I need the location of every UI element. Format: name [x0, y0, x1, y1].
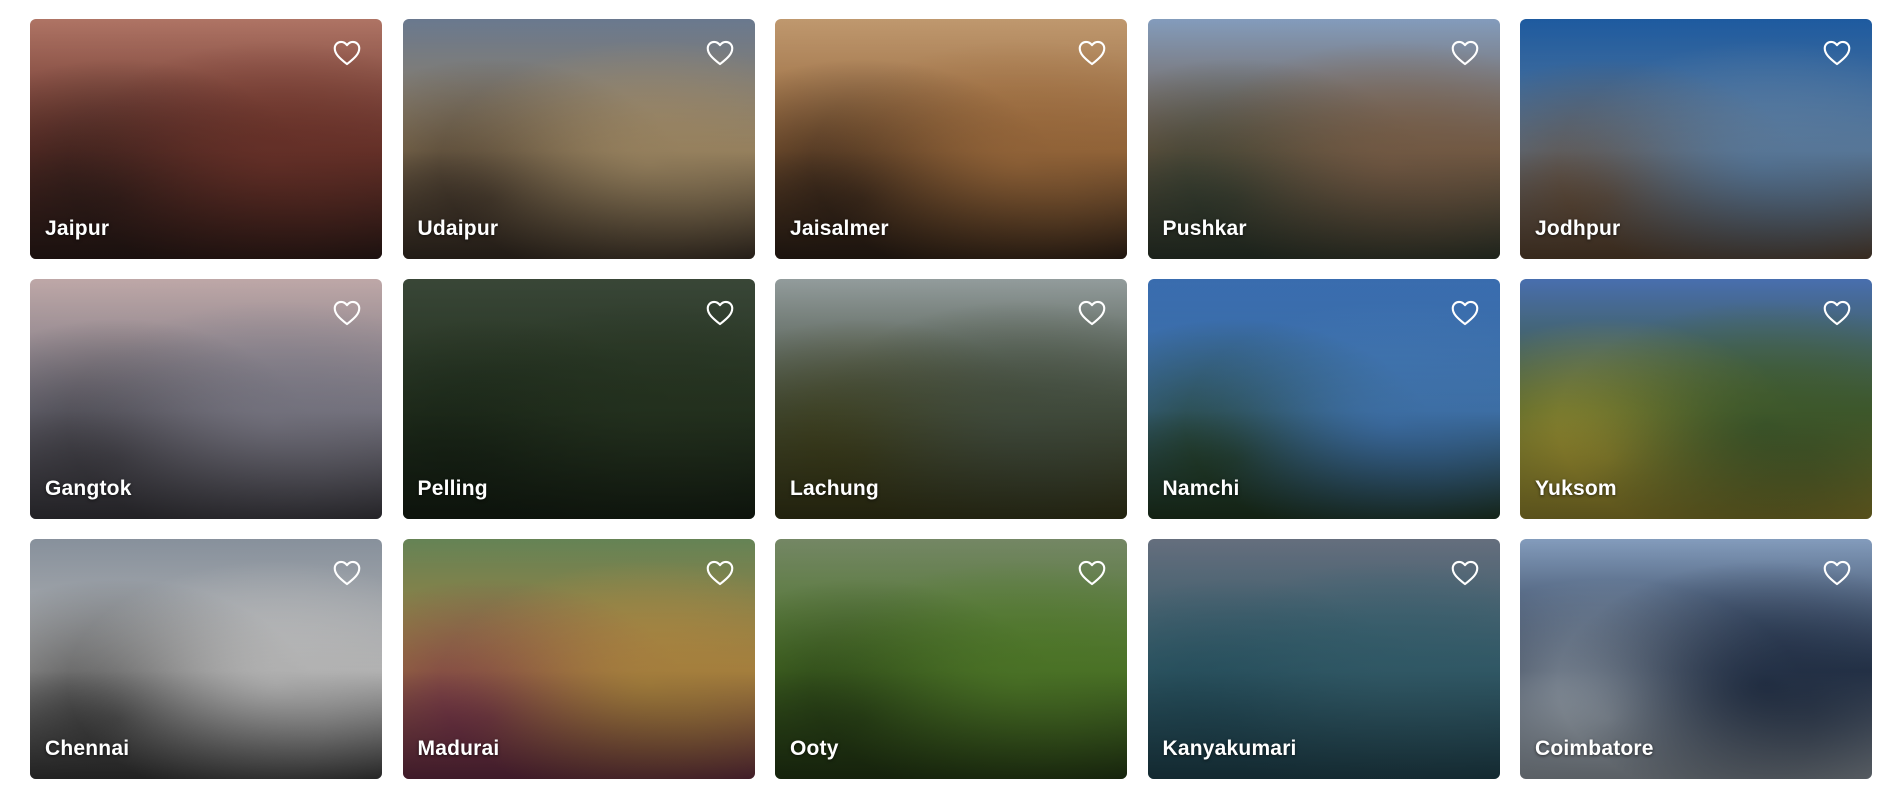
- heart-outline-icon: [333, 40, 361, 66]
- destination-name: Ooty: [790, 737, 839, 760]
- destination-card[interactable]: Namchi: [1147, 279, 1500, 519]
- favorite-button[interactable]: [705, 559, 735, 587]
- heart-outline-icon: [1451, 300, 1478, 326]
- heart-outline-icon: [1078, 560, 1106, 586]
- destination-name: Gangtok: [45, 477, 132, 500]
- destination-grid: Jaipur Udaipur Jaisalmer Pushkar Jodhpur Gang…: [30, 19, 1872, 779]
- destination-card[interactable]: Madurai: [402, 539, 755, 779]
- heart-outline-icon: [1823, 560, 1851, 586]
- destination-name: Jaisalmer: [790, 217, 889, 240]
- heart-outline-icon: [1823, 40, 1851, 66]
- destination-card[interactable]: Pushkar: [1147, 19, 1500, 259]
- destination-card[interactable]: Udaipur: [402, 19, 755, 259]
- destination-card[interactable]: Jaipur: [30, 19, 382, 259]
- destination-card[interactable]: Kanyakumari: [1147, 539, 1500, 779]
- favorite-button[interactable]: [705, 299, 735, 327]
- favorite-button[interactable]: [1450, 39, 1480, 67]
- destination-name: Pelling: [417, 477, 488, 500]
- favorite-button[interactable]: [332, 39, 362, 67]
- heart-outline-icon: [706, 300, 733, 326]
- destination-card[interactable]: Chennai: [30, 539, 382, 779]
- destination-name: Udaipur: [417, 217, 499, 240]
- favorite-button[interactable]: [1450, 299, 1480, 327]
- destination-card[interactable]: Lachung: [775, 279, 1127, 519]
- favorite-button[interactable]: [1077, 299, 1107, 327]
- heart-outline-icon: [1451, 560, 1478, 586]
- favorite-button[interactable]: [1450, 559, 1480, 587]
- heart-outline-icon: [333, 560, 361, 586]
- favorite-button[interactable]: [1822, 299, 1852, 327]
- favorite-button[interactable]: [1822, 39, 1852, 67]
- destination-name: Pushkar: [1162, 217, 1247, 240]
- heart-outline-icon: [1078, 300, 1106, 326]
- destination-card[interactable]: Gangtok: [30, 279, 382, 519]
- favorite-button[interactable]: [332, 299, 362, 327]
- destination-name: Coimbatore: [1535, 737, 1654, 760]
- destination-name: Chennai: [45, 737, 130, 760]
- destination-card[interactable]: Jaisalmer: [775, 19, 1127, 259]
- destination-name: Madurai: [417, 737, 500, 760]
- destination-card[interactable]: Pelling: [402, 279, 755, 519]
- favorite-button[interactable]: [1822, 559, 1852, 587]
- destination-name: Lachung: [790, 477, 879, 500]
- destination-name: Jaipur: [45, 217, 110, 240]
- heart-outline-icon: [706, 40, 733, 66]
- heart-outline-icon: [1451, 40, 1478, 66]
- destination-card[interactable]: Yuksom: [1520, 279, 1872, 519]
- favorite-button[interactable]: [332, 559, 362, 587]
- heart-outline-icon: [1078, 40, 1106, 66]
- favorite-button[interactable]: [705, 39, 735, 67]
- heart-outline-icon: [1823, 300, 1851, 326]
- favorite-button[interactable]: [1077, 559, 1107, 587]
- heart-outline-icon: [333, 300, 361, 326]
- destination-card[interactable]: Coimbatore: [1520, 539, 1872, 779]
- destination-name: Yuksom: [1535, 477, 1617, 500]
- heart-outline-icon: [706, 560, 733, 586]
- destination-name: Kanyakumari: [1162, 737, 1297, 760]
- favorite-button[interactable]: [1077, 39, 1107, 67]
- destination-card[interactable]: Jodhpur: [1520, 19, 1872, 259]
- destination-name: Jodhpur: [1535, 217, 1621, 240]
- destination-card[interactable]: Ooty: [775, 539, 1127, 779]
- destination-name: Namchi: [1162, 477, 1240, 500]
